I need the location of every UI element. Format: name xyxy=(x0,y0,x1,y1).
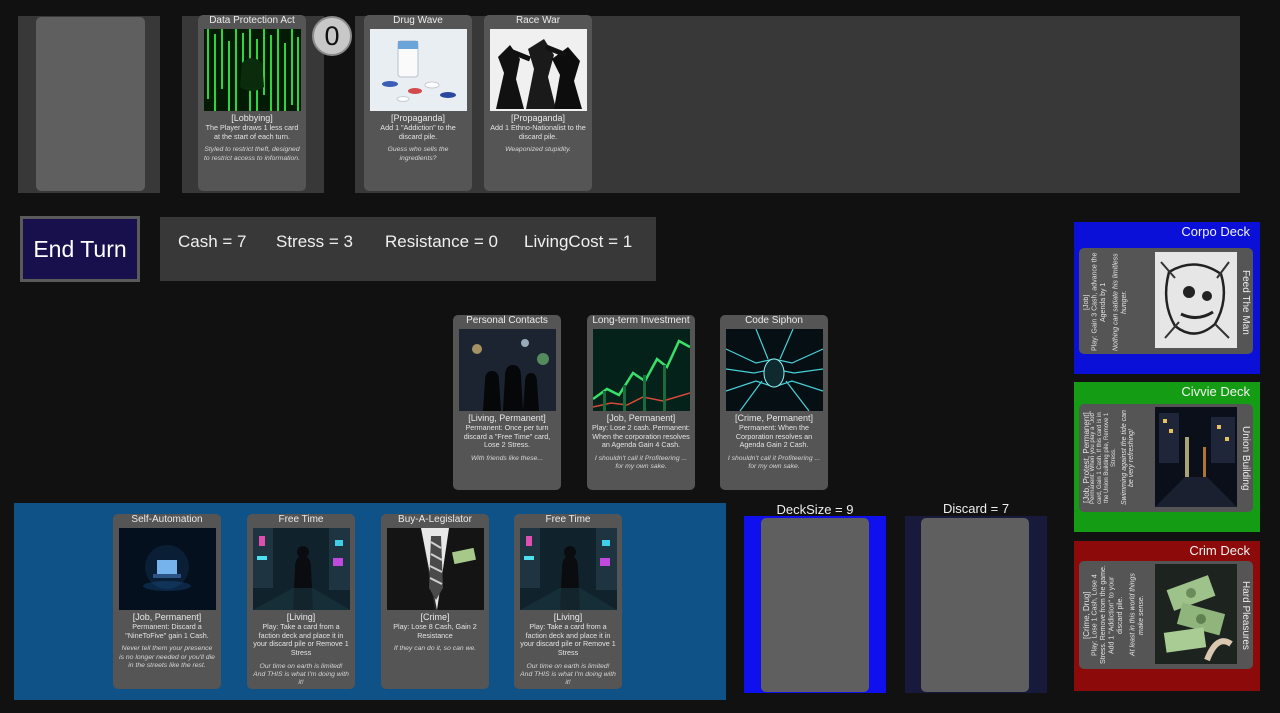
card-text: The Player draws 1 less card at the star… xyxy=(205,123,299,141)
card-flavor: I shouldn't call it Profiteering ... for… xyxy=(594,455,688,471)
agenda-counter: 0 xyxy=(312,16,352,56)
agenda-card[interactable]: Data Protection Act [Lobbying] The Playe… xyxy=(198,15,306,191)
card-text: Play: Lose 2 cash. Permanent: When the c… xyxy=(592,423,690,450)
card-title: Hard Pleasures xyxy=(1240,580,1251,650)
card-art xyxy=(203,29,301,111)
card-flavor: Guess who sells the ingredients? xyxy=(387,146,449,162)
card-art xyxy=(725,329,823,411)
card-art xyxy=(519,528,617,610)
card-text: Play: Take a card from a faction deck an… xyxy=(253,622,349,658)
card-type: [Job, Protest, Permanent] xyxy=(1083,412,1091,504)
card-art xyxy=(592,329,690,411)
civvie-deck-title: Civvie Deck xyxy=(1181,384,1250,399)
card-type: [Job] xyxy=(1083,294,1090,310)
card-type: [Job, Permanent] xyxy=(132,612,202,622)
card-text: Add 1 Ethno-Nationalist to the discard p… xyxy=(490,123,586,141)
card-flavor: Never tell them your presence is no long… xyxy=(119,645,215,669)
card-text: Play: Lose 1 Cash, Lose 4 Stress. Remove… xyxy=(1091,565,1125,665)
card-type: [Propaganda] xyxy=(510,113,566,123)
hand-card-buy-a-legislator[interactable]: Buy-A-Legislator [Crime] Play: Lose 8 Ca… xyxy=(381,514,489,689)
card-type: [Living, Permanent] xyxy=(468,413,546,423)
card-text: Play: Lose 8 Cash, Gain 2 Resistance xyxy=(393,622,477,640)
end-turn-button[interactable]: End Turn xyxy=(20,216,140,282)
card-art xyxy=(369,29,467,111)
card-title: Union Building xyxy=(1240,425,1251,491)
deck-size-label: DeckSize = 9 xyxy=(776,502,854,517)
card-art xyxy=(252,528,350,610)
card-text: Permanent: Discard a "NineToFive" gain 1… xyxy=(125,622,209,640)
card-flavor: If they can do it, so can we. xyxy=(393,645,477,653)
card-type: [Living] xyxy=(286,612,316,622)
discard-label: Discard = 7 xyxy=(942,501,1010,516)
hand-card-self-automation[interactable]: Self-Automation [Job, Permanent] Permane… xyxy=(113,514,221,689)
corpo-deck[interactable]: Corpo Deck Feed The Man [Job] Play: Gain… xyxy=(1074,222,1260,374)
card-body: [Crime, Drug] Play: Lose 1 Cash, Lose 4 … xyxy=(1083,565,1153,665)
card-type: [Propaganda] xyxy=(390,113,446,123)
stress-stat: Stress = 3 xyxy=(276,232,354,251)
civvie-deck[interactable]: Civvie Deck Union Building [Job, Protest… xyxy=(1074,382,1260,532)
card-title: Race War xyxy=(515,15,561,26)
card-title: Free Time xyxy=(545,514,591,525)
cash-stat: Cash = 7 xyxy=(178,232,247,251)
queue-card-race-war[interactable]: Race War [Propaganda] Add 1 Ethno-Nation… xyxy=(484,15,592,191)
card-text: Permanent: Once per turn discard a "Free… xyxy=(463,423,551,450)
crim-deck[interactable]: Crim Deck Hard Pleasures [Crime, Drug] P… xyxy=(1074,541,1260,691)
queue-card-drug-wave[interactable]: Drug Wave [Propaganda] Add 1 "Addiction"… xyxy=(364,15,472,191)
corpo-top-card[interactable]: Feed The Man [Job] Play: Gain 3 Cash, ad… xyxy=(1079,248,1253,354)
card-art xyxy=(1155,251,1237,349)
card-text: Play: Gain 3 Cash, advance the Agenda by… xyxy=(1091,252,1108,352)
card-title: Data Protection Act xyxy=(209,15,295,26)
card-text: Permanent: When you play a "Job" card, G… xyxy=(1090,411,1117,505)
card-title: Long-term Investment xyxy=(592,315,690,326)
card-text: Add 1 "Addiction" to the discard pile. xyxy=(380,123,456,141)
card-flavor: Styled to restrict theft, designed to re… xyxy=(204,146,300,162)
card-flavor: With friends like these... xyxy=(470,455,544,463)
permanent-card-personal-contacts[interactable]: Personal Contacts [Living, Permanent] Pe… xyxy=(453,315,561,490)
deck-pile-card xyxy=(761,518,869,692)
card-body: [Job] Play: Gain 3 Cash, advance the Age… xyxy=(1083,252,1153,352)
card-title: Self-Automation xyxy=(131,514,203,525)
card-flavor: I shouldn't call it Profiteering ... for… xyxy=(727,455,821,471)
card-title: Free Time xyxy=(278,514,324,525)
card-flavor: Swimming against the tide can be very re… xyxy=(1121,410,1135,506)
card-title: Feed The Man xyxy=(1240,269,1251,335)
card-type: [Job, Permanent] xyxy=(606,413,676,423)
stats-bar: Cash = 7 Stress = 3 Resistance = 0 Livin… xyxy=(160,217,656,281)
hand-card-free-time[interactable]: Free Time [Living] Play: Take a card fro… xyxy=(247,514,355,689)
crim-deck-title: Crim Deck xyxy=(1189,543,1250,558)
card-title: Personal Contacts xyxy=(466,315,548,326)
card-flavor: At least in this world things make sense… xyxy=(1129,573,1146,657)
card-art xyxy=(1155,564,1237,664)
card-text: Permanent: When the Corporation resolves… xyxy=(735,423,813,450)
card-type: [Crime] xyxy=(420,612,450,622)
card-art xyxy=(386,528,484,610)
card-type: [Living] xyxy=(553,612,583,622)
crim-top-card[interactable]: Hard Pleasures [Crime, Drug] Play: Lose … xyxy=(1079,561,1253,669)
card-flavor: Nothing can satiate his limitless hunger… xyxy=(1112,253,1129,351)
card-title: Code Siphon xyxy=(745,315,803,326)
card-flavor: Our time on earth is limited! And THIS i… xyxy=(520,662,616,687)
card-art xyxy=(458,329,556,411)
corpo-deck-title: Corpo Deck xyxy=(1181,224,1250,239)
civvie-top-card[interactable]: Union Building [Job, Protest, Permanent]… xyxy=(1079,404,1253,512)
hand-card-free-time-2[interactable]: Free Time [Living] Play: Take a card fro… xyxy=(514,514,622,689)
card-text: Play: Take a card from a faction deck an… xyxy=(520,622,616,658)
card-art xyxy=(118,528,216,610)
card-flavor: Weaponized stupidity. xyxy=(505,146,571,154)
card-flavor: Our time on earth is limited! And THIS i… xyxy=(253,662,349,687)
living-cost-stat: LivingCost = 1 xyxy=(524,232,633,251)
permanent-card-long-term-investment[interactable]: Long-term Investment [Job, Permanent] Pl… xyxy=(587,315,695,490)
card-type: [Lobbying] xyxy=(231,113,273,123)
player-card-slot[interactable] xyxy=(36,17,145,191)
card-art xyxy=(1155,407,1237,507)
discard-pile-card xyxy=(921,518,1029,692)
card-body: [Job, Protest, Permanent] Permanent: Whe… xyxy=(1083,408,1153,508)
card-art xyxy=(489,29,587,111)
card-title: Drug Wave xyxy=(393,15,443,26)
card-title: Buy-A-Legislator xyxy=(398,514,472,525)
card-type: [Crime, Drug] xyxy=(1083,591,1091,639)
resistance-stat: Resistance = 0 xyxy=(385,232,498,251)
card-type: [Crime, Permanent] xyxy=(734,413,814,423)
permanent-card-code-siphon[interactable]: Code Siphon [Crime, Permanent] Permanent… xyxy=(720,315,828,490)
